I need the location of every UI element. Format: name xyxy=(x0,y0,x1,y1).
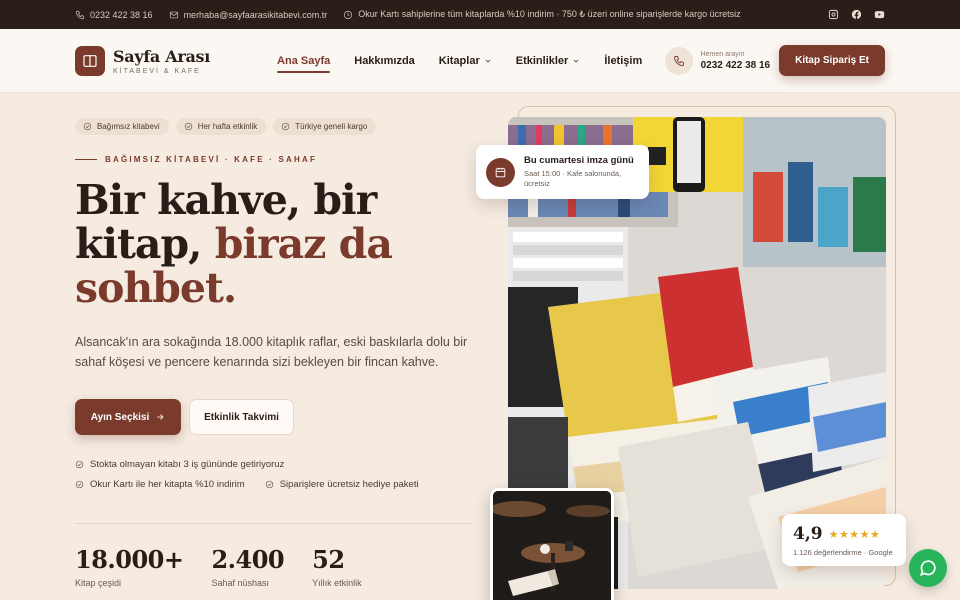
hero-lead: Alsancak'ın ara sokağında 18.000 kitaplı… xyxy=(75,335,468,369)
cafe-photo xyxy=(490,488,614,600)
hero-badges: Bağımsız kitabevi Her hafta etkinlik Tür… xyxy=(75,118,377,135)
badge: Türkiye geneli kargo xyxy=(273,118,377,135)
nav-item-contact[interactable]: İletişim xyxy=(604,55,642,67)
mail-icon xyxy=(169,11,178,18)
nav-item-label: Kitaplar xyxy=(438,54,480,67)
call-box[interactable]: Hemen arayın 0232 422 38 16 xyxy=(664,46,771,75)
badge: Her hafta etkinlik xyxy=(175,118,267,135)
eyebrow-line xyxy=(75,159,97,160)
topbar-promo-text: Okur Kartı sahiplerine tüm kitaplarda %1… xyxy=(358,9,741,19)
eyebrow-text: BAĞIMSIZ KİTABEVİ · KAFE · SAHAF xyxy=(105,155,318,164)
event-icon-wrap xyxy=(486,157,515,187)
calendar-icon xyxy=(495,167,506,177)
nav-item-about[interactable]: Hakkımızda xyxy=(354,55,415,67)
topbar-promo: Okur Kartı sahiplerine tüm kitaplarda %1… xyxy=(343,9,741,20)
stat-item: 18.000+ Kitap çeşidi xyxy=(75,545,184,588)
benefit-text: Okur Kartı ile her kitapta %10 indirim xyxy=(90,479,245,490)
brand-tagline: KİTABEVİ & KAFE xyxy=(113,67,201,75)
call-icon-wrap xyxy=(664,46,693,75)
check-circle-icon xyxy=(75,480,84,489)
benefit-text: Siparişlere ücretsiz hediye paketi xyxy=(279,479,419,490)
arrow-right-icon xyxy=(157,414,164,420)
nav-item-label: İletişim xyxy=(604,54,643,67)
phone-icon xyxy=(75,10,85,19)
badge: Bağımsız kitabevi xyxy=(75,118,169,135)
phone-icon xyxy=(673,55,684,66)
check-circle-icon xyxy=(265,480,273,489)
rating-stars: ★★★★★ xyxy=(828,528,881,541)
nav-item-label: Hakkımızda xyxy=(354,54,415,67)
stat-label: Kitap çeşidi xyxy=(75,578,122,588)
benefit-item: Okur Kartı ile her kitapta %10 indirim xyxy=(75,479,245,490)
benefit-text: Stokta olmayan kitabı 3 iş gününde getir… xyxy=(90,459,285,470)
topbar-phone-text: 0232 422 38 16 xyxy=(90,9,153,20)
nav-item-home[interactable]: Ana Sayfa xyxy=(277,54,331,73)
topbar-email[interactable]: merhaba@sayfaarasikitabevi.com.tr xyxy=(169,9,328,20)
stat-value: 2.400 xyxy=(211,545,285,574)
brand-name: Sayfa Arası xyxy=(113,46,211,66)
benefit-item: Stokta olmayan kitabı 3 iş gününde getir… xyxy=(75,459,419,470)
event-calendar-button[interactable]: Etkinlik Takvimi xyxy=(189,399,294,435)
topbar-phone[interactable]: 0232 422 38 16 xyxy=(75,10,153,20)
benefit-item: Siparişlere ücretsiz hediye paketi xyxy=(265,479,419,490)
rating-card: 4,9 ★★★★★ 1.126 değerlendirme · Google xyxy=(782,514,906,566)
event-card[interactable]: Bu cumartesi imza günü Saat 15:00 · Kafe… xyxy=(476,145,649,199)
badge-label: Her hafta etkinlik xyxy=(197,122,258,131)
check-circle-icon xyxy=(184,122,192,131)
chat-bubble-icon xyxy=(919,560,936,577)
order-book-button[interactable]: Kitap Sipariş Et xyxy=(779,45,885,76)
nav-item-events[interactable]: Etkinlikler xyxy=(516,55,581,67)
rating-value: 4,9 xyxy=(793,524,823,544)
stats-divider xyxy=(75,523,471,524)
nav-item-label: Etkinlikler xyxy=(515,54,569,67)
rating-subtitle: 1.126 değerlendirme · Google xyxy=(793,548,893,557)
nav-item-books[interactable]: Kitaplar xyxy=(439,55,492,67)
check-circle-icon xyxy=(75,460,84,469)
badge-label: Türkiye geneli kargo xyxy=(295,122,368,131)
social-links xyxy=(828,9,885,20)
youtube-icon[interactable] xyxy=(874,9,885,20)
chevron-down-icon xyxy=(485,59,490,62)
facebook-icon[interactable] xyxy=(851,9,862,20)
nav-item-label: Ana Sayfa xyxy=(277,54,331,67)
clock-icon xyxy=(344,10,353,19)
badge-label: Bağımsız kitabevi xyxy=(97,122,160,131)
button-label: Ayın Seçkisi xyxy=(90,411,150,423)
month-selection-button[interactable]: Ayın Seçkisi xyxy=(75,399,181,435)
open-book-icon xyxy=(83,54,97,67)
hero-eyebrow: BAĞIMSIZ KİTABEVİ · KAFE · SAHAF xyxy=(75,155,317,164)
call-number: 0232 422 38 16 xyxy=(700,59,771,71)
main-nav: Ana Sayfa Hakkımızda Kitaplar Etkinlikle… xyxy=(277,54,642,73)
brand[interactable]: Sayfa Arası KİTABEVİ & KAFE xyxy=(113,47,210,75)
stat-value: 52 xyxy=(312,545,345,574)
stat-value: 18.000+ xyxy=(75,545,184,574)
main-header: Sayfa Arası KİTABEVİ & KAFE Ana Sayfa Ha… xyxy=(0,29,960,93)
call-label: Hemen arayın xyxy=(700,50,745,58)
check-circle-icon xyxy=(83,122,92,131)
top-info-bar: 0232 422 38 16 merhaba@sayfaarasikitabev… xyxy=(0,0,960,29)
event-title: Bu cumartesi imza günü xyxy=(524,155,634,166)
logo-mark[interactable] xyxy=(75,45,105,76)
stat-label: Yıllık etkinlik xyxy=(312,578,362,588)
check-circle-icon xyxy=(282,122,290,131)
event-subtitle: Saat 15:00 · Kafe salonunda, ücretsiz xyxy=(524,169,622,188)
stat-label: Sahaf nüshası xyxy=(211,578,270,588)
stat-item: 2.400 Sahaf nüshası xyxy=(211,545,284,588)
hero-benefits: Stokta olmayan kitabı 3 iş gününde getir… xyxy=(75,459,419,490)
instagram-icon[interactable] xyxy=(828,9,839,20)
chevron-down-icon xyxy=(574,59,579,62)
whatsapp-chat-button[interactable] xyxy=(909,549,947,587)
hero-headline: Bir kahve, bir kitap, biraz da sohbet. xyxy=(75,178,495,310)
stat-item: 52 Yıllık etkinlik xyxy=(312,545,362,588)
hero-stats: 18.000+ Kitap çeşidi 2.400 Sahaf nüshası… xyxy=(75,545,390,588)
topbar-email-text: merhaba@sayfaarasikitabevi.com.tr xyxy=(183,9,328,20)
